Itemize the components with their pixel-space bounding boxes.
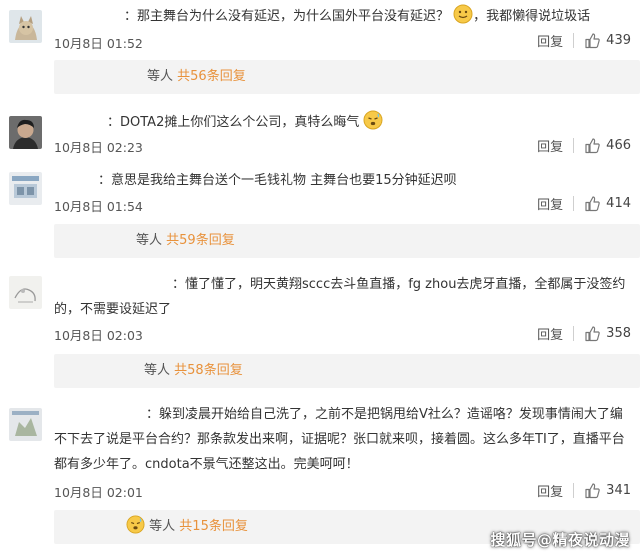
sweat-emoji-icon [363,110,383,139]
avatar-logo-image [9,172,42,205]
view-replies-link[interactable]: 共59条回复 [166,233,235,248]
comment-actions: 回复 358 [537,324,631,343]
avatar-logo-image [9,408,42,441]
comment-text: ：DOTA2摊上你们这么个公司，真特么晦气 [107,110,383,139]
comment-actions: 回复 466 [537,136,631,155]
divider [573,196,575,211]
replies-summary: 等人 共56条回复 [54,60,640,94]
thumbs-up-icon [585,483,600,499]
divider [573,138,575,153]
reply-button[interactable]: 回复 [537,324,563,343]
like-button[interactable]: 341 [584,482,631,499]
comment-text: ：躲到凌晨开始给自己洗了，之前不是把锅甩给V社么？造谣咯？发现事情闹大了编不下去… [54,407,625,472]
reply-button[interactable]: 回复 [537,136,563,155]
comment-actions: 回复 414 [537,194,631,213]
sweat-emoji-icon [126,514,145,548]
avatar-cat-image [9,10,42,43]
comment-date: 10月8日 02:03 [54,328,143,343]
reply-button[interactable]: 回复 [537,194,563,213]
comment-text: ：那主舞台为什么没有延迟，为什么国外平台没有延迟？ ，我都懒得说垃圾话 [124,4,590,33]
view-replies-link[interactable]: 共58条回复 [174,363,243,378]
comment-actions: 回复 341 [537,481,631,500]
watermark: 搜狐号@精夜说动漫 [490,531,630,549]
comment-actions: 回复 439 [537,31,631,50]
divider [573,326,575,341]
comment-date: 10月8日 02:23 [54,140,143,155]
view-replies-link[interactable]: 共56条回复 [177,69,246,84]
thumbs-up-icon [585,326,600,342]
reply-button[interactable]: 回复 [537,481,563,500]
comment-text: ：意思是我给主舞台送个一毛钱礼物 主舞台也要15分钟延迟呗 [98,173,457,188]
comment-date: 10月8日 01:54 [54,199,143,214]
like-button[interactable]: 439 [584,32,631,49]
comment-text: ：懂了懂了，明天黄翔sccc去斗鱼直播，fg zhou去虎牙直播，全都属于没签约… [54,277,626,317]
divider [573,33,575,48]
like-button[interactable]: 414 [584,195,631,212]
view-replies-link[interactable]: 共15条回复 [179,519,248,534]
avatar[interactable] [9,10,42,43]
reply-button[interactable]: 回复 [537,31,563,50]
like-button[interactable]: 358 [584,325,631,342]
comment-date: 10月8日 01:52 [54,36,143,51]
avatar-person-image [9,116,42,149]
thumbs-up-icon [585,33,600,49]
comment-date: 10月8日 02:01 [54,485,143,500]
like-button[interactable]: 466 [584,137,631,154]
thumbs-up-icon [585,138,600,154]
avatar-sketch-image [9,276,42,309]
avatar[interactable] [9,116,42,149]
divider [573,483,575,498]
replies-summary: 等人 共58条回复 [54,354,640,388]
thumbs-up-icon [585,196,600,212]
avatar[interactable] [9,276,42,309]
avatar[interactable] [9,408,42,441]
avatar[interactable] [9,172,42,205]
smile-emoji-icon [453,4,473,33]
replies-summary: 等人 共59条回复 [54,224,640,258]
